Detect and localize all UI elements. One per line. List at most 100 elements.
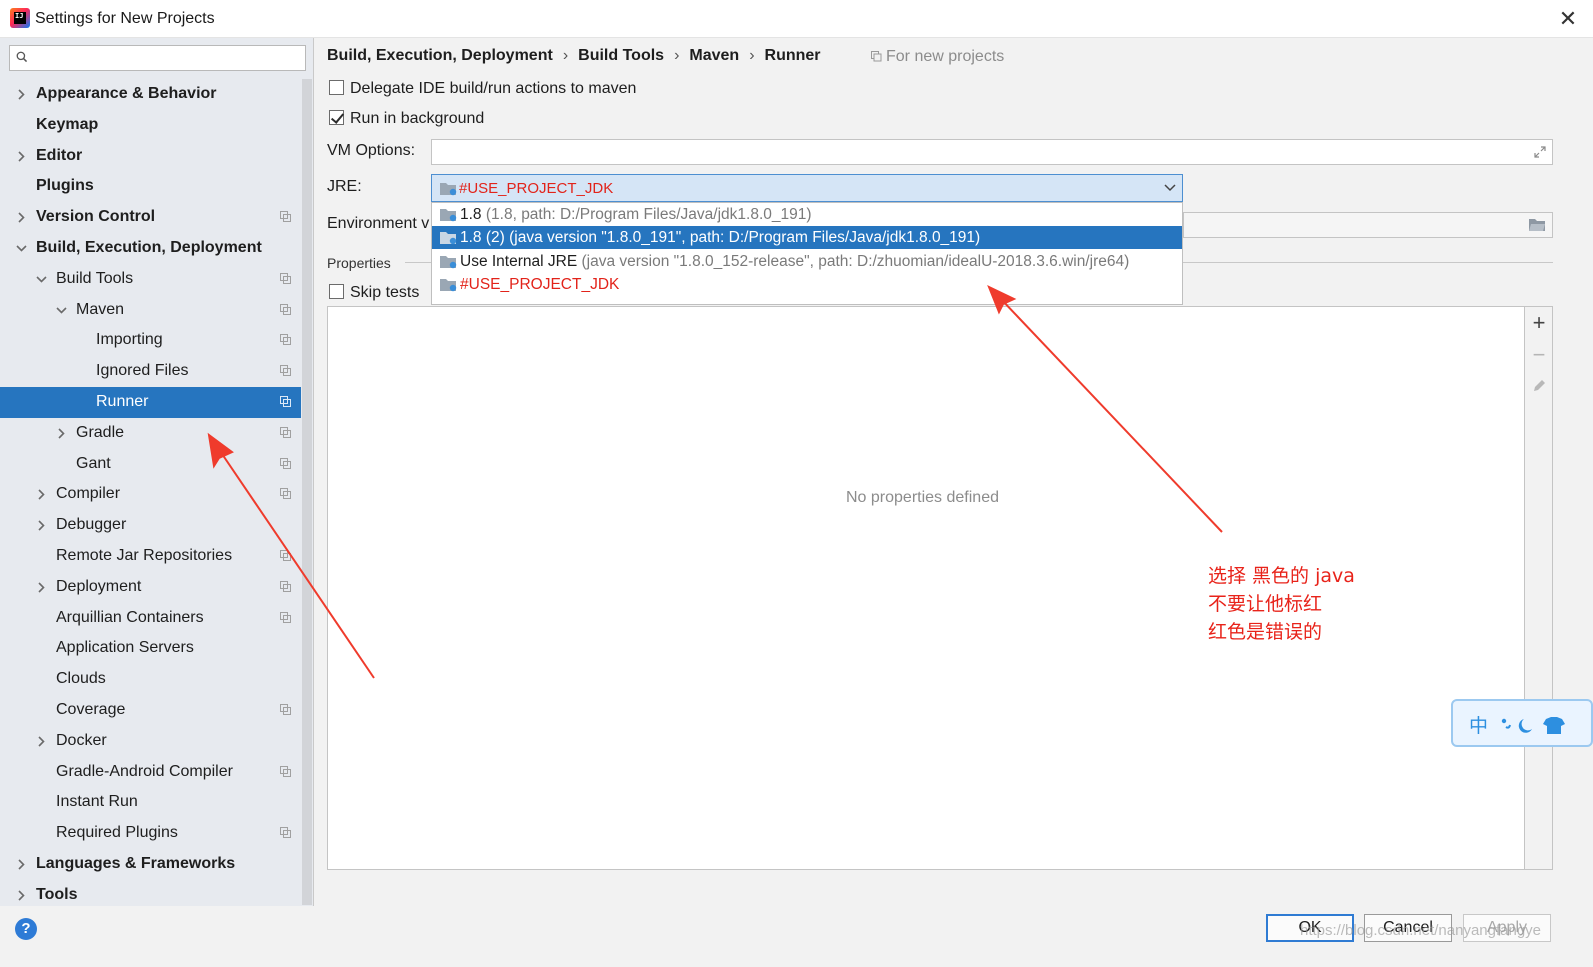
ime-toolbar[interactable]: 中 xyxy=(1451,699,1593,747)
tree-item[interactable]: Docker xyxy=(0,726,300,757)
title-bar: IJ Settings for New Projects ✕ xyxy=(0,0,1593,38)
jre-option[interactable]: 1.8 (2) (java version "1.8.0_191", path:… xyxy=(432,226,1182,249)
jdk-folder-icon xyxy=(440,183,457,196)
folder-icon[interactable] xyxy=(1528,218,1546,232)
properties-toolbar: + − xyxy=(1525,306,1553,870)
jre-dropdown[interactable]: #USE_PROJECT_JDK xyxy=(431,174,1183,202)
add-property-button[interactable]: + xyxy=(1529,312,1549,334)
tree-item-label: Arquillian Containers xyxy=(56,608,204,626)
tree-item[interactable]: Deployment xyxy=(0,572,300,603)
tree-item[interactable]: Compiler xyxy=(0,479,300,510)
tree-item[interactable]: Application Servers xyxy=(0,633,300,664)
tree-item[interactable]: Editor xyxy=(0,141,300,172)
chevron-right-icon[interactable] xyxy=(16,202,28,232)
vm-options-field[interactable] xyxy=(431,139,1553,165)
settings-tree: Appearance & Behavior Keymap Editor Plugins… xyxy=(0,79,313,911)
intellij-logo-icon: IJ xyxy=(10,8,30,28)
tree-item[interactable]: Build, Execution, Deployment xyxy=(0,233,300,264)
expand-icon[interactable] xyxy=(1533,145,1547,159)
tree-item[interactable]: Ignored Files xyxy=(0,356,300,387)
project-scope-icon xyxy=(280,426,291,438)
breadcrumb-separator: › xyxy=(562,47,569,64)
tree-item-label: Debugger xyxy=(56,516,127,534)
tree-item[interactable]: Languages & Frameworks xyxy=(0,849,300,880)
annotation-line: 红色是错误的 xyxy=(1208,621,1323,643)
project-scope-icon xyxy=(280,272,291,284)
breadcrumb-item[interactable]: Runner xyxy=(765,47,821,64)
tree-item[interactable]: Appearance & Behavior xyxy=(0,79,300,110)
tree-item-label: Ignored Files xyxy=(96,362,189,380)
delegate-checkbox[interactable] xyxy=(329,80,344,95)
tree-item-label: Version Control xyxy=(36,208,156,226)
chevron-down-icon[interactable] xyxy=(36,264,48,294)
jdk-folder-icon xyxy=(440,232,457,245)
project-scope-icon xyxy=(280,395,291,407)
project-scope-icon xyxy=(280,457,291,469)
sidebar-scrollbar[interactable] xyxy=(301,79,313,905)
project-scope-icon xyxy=(280,765,291,777)
chevron-down-icon xyxy=(1164,184,1176,192)
edit-property-button[interactable] xyxy=(1529,377,1549,397)
tree-item[interactable]: Maven xyxy=(0,295,300,326)
jre-option[interactable]: Use Internal JRE (java version "1.8.0_15… xyxy=(432,250,1182,273)
tree-item[interactable]: Coverage xyxy=(0,695,300,726)
tree-item[interactable]: Importing xyxy=(0,325,300,356)
tree-item-label: Build Tools xyxy=(56,269,134,287)
breadcrumb-item[interactable]: Build Tools xyxy=(578,47,664,64)
tree-item[interactable]: Plugins xyxy=(0,171,300,202)
skip-tests-checkbox[interactable] xyxy=(329,284,344,299)
tree-item-label: Runner xyxy=(96,392,149,410)
tree-item[interactable]: Build Tools xyxy=(0,264,300,295)
jre-option[interactable]: 1.8 (1.8, path: D:/Program Files/Java/jd… xyxy=(432,203,1182,226)
jre-option-detail: (java version "1.8.0_152-release", path:… xyxy=(577,253,1130,270)
tree-item[interactable]: Runner xyxy=(0,386,313,418)
tree-item[interactable]: Gradle xyxy=(0,418,300,449)
environment-variables-field[interactable] xyxy=(1183,212,1553,238)
chevron-right-icon[interactable] xyxy=(36,726,48,756)
chevron-down-icon[interactable] xyxy=(16,233,28,263)
breadcrumb-item[interactable]: Maven xyxy=(689,47,739,64)
annotation-note: 选择 黑色的 java 不要让他标红 红色是错误的 xyxy=(1208,562,1355,646)
tree-item[interactable]: Arquillian Containers xyxy=(0,603,300,634)
close-button[interactable]: ✕ xyxy=(1551,4,1585,34)
tree-item[interactable]: Remote Jar Repositories xyxy=(0,541,300,572)
chevron-right-icon[interactable] xyxy=(56,418,68,448)
delegate-label: Delegate IDE build/run actions to maven xyxy=(350,80,637,97)
jre-option-detail: (java version "1.8.0_191", path: D:/Prog… xyxy=(504,229,981,246)
tree-item-label: Remote Jar Repositories xyxy=(56,546,233,564)
chevron-down-icon[interactable] xyxy=(56,295,68,325)
tree-item[interactable]: Debugger xyxy=(0,510,300,541)
settings-search-input[interactable] xyxy=(9,45,306,71)
project-scope-icon xyxy=(280,611,291,623)
run-in-background-checkbox[interactable] xyxy=(329,110,344,125)
tree-item[interactable]: Gradle-Android Compiler xyxy=(0,757,300,788)
tree-item[interactable]: Gant xyxy=(0,449,300,480)
skip-tests-row[interactable]: Skip tests xyxy=(329,284,419,306)
tree-item[interactable]: Instant Run xyxy=(0,787,300,818)
chevron-right-icon[interactable] xyxy=(36,572,48,602)
delegate-checkbox-row[interactable]: Delegate IDE build/run actions to maven xyxy=(329,80,636,102)
ime-mode-indicator[interactable]: 中 xyxy=(1469,711,1488,738)
tree-item[interactable]: Required Plugins xyxy=(0,818,300,849)
jre-option-name: 1.8 (2) xyxy=(460,229,505,246)
breadcrumb-item[interactable]: Build, Execution, Deployment xyxy=(327,47,553,64)
chevron-right-icon[interactable] xyxy=(36,510,48,540)
project-scope-icon xyxy=(280,549,291,561)
jre-option-detail: (1.8, path: D:/Program Files/Java/jdk1.8… xyxy=(481,206,812,223)
tree-item-label: Importing xyxy=(96,331,163,349)
tree-item[interactable]: Clouds xyxy=(0,664,300,695)
jre-option[interactable]: #USE_PROJECT_JDK xyxy=(432,273,1182,296)
chevron-right-icon[interactable] xyxy=(36,479,48,509)
background-checkbox-row[interactable]: Run in background xyxy=(329,110,484,132)
tree-item[interactable]: Version Control xyxy=(0,202,300,233)
tree-item[interactable]: Keymap xyxy=(0,110,300,141)
ime-tools-icon[interactable] xyxy=(1498,715,1588,735)
chevron-right-icon[interactable] xyxy=(16,849,28,879)
tree-item-label: Gradle-Android Compiler xyxy=(56,762,233,780)
help-button[interactable]: ? xyxy=(15,918,37,940)
chevron-right-icon[interactable] xyxy=(16,141,28,171)
chevron-right-icon[interactable] xyxy=(16,79,28,109)
annotation-line: 不要让他标红 xyxy=(1208,593,1323,615)
skip-tests-label: Skip tests xyxy=(350,284,420,301)
remove-property-button[interactable]: − xyxy=(1529,344,1549,366)
